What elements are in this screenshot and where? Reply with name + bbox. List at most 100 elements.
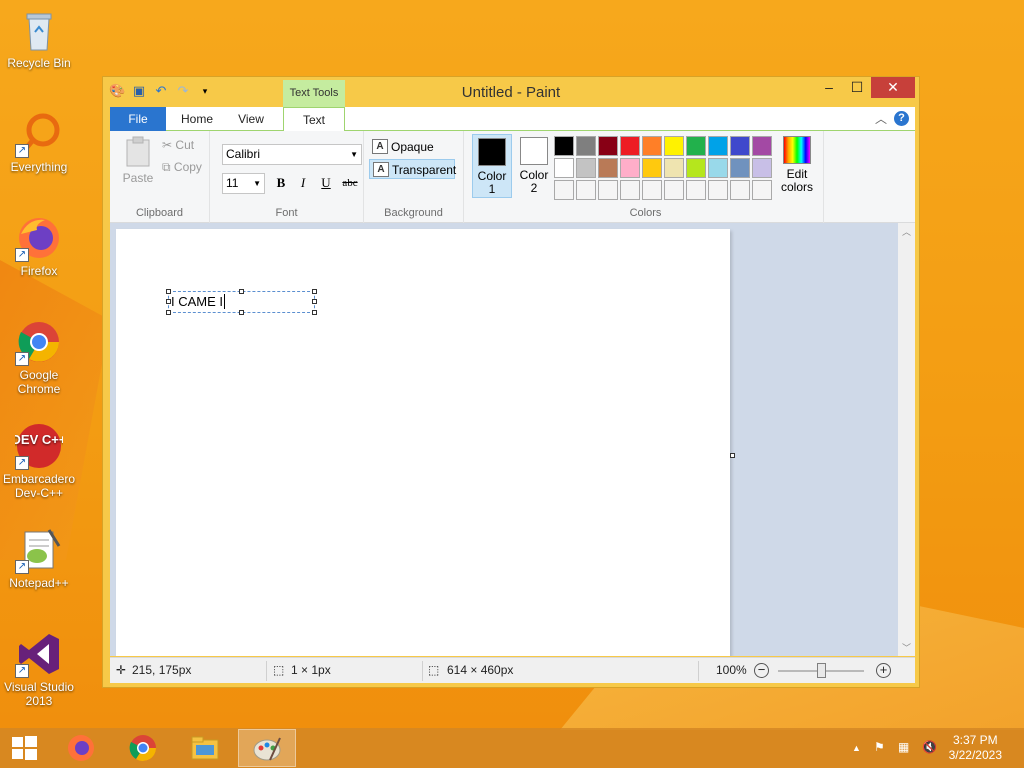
color1-button[interactable]: Color 1 — [472, 134, 512, 198]
resize-handle[interactable] — [166, 289, 171, 294]
edit-colors-button[interactable]: Edit colors — [776, 136, 818, 194]
close-button[interactable]: ✕ — [871, 77, 915, 98]
zoom-out-button[interactable]: − — [754, 663, 769, 678]
status-divider — [266, 661, 267, 681]
desktop-icon-notepadpp[interactable]: ↗ Notepad++ — [2, 526, 76, 590]
palette-swatch[interactable] — [642, 180, 662, 200]
palette-swatch[interactable] — [686, 180, 706, 200]
underline-button[interactable]: U — [317, 174, 335, 192]
palette-swatch[interactable] — [730, 180, 750, 200]
palette-swatch[interactable] — [664, 136, 684, 156]
everything-icon: ↗ — [15, 110, 63, 158]
taskbar-clock[interactable]: 3:37 PM 3/22/2023 — [949, 733, 1002, 763]
collapse-ribbon-icon[interactable]: ︿ — [875, 110, 887, 127]
palette-swatch[interactable] — [576, 136, 596, 156]
taskbar-paint[interactable] — [238, 729, 296, 767]
volume-muted-icon[interactable]: 🔇 — [922, 740, 937, 754]
tab-home[interactable]: Home — [172, 107, 222, 131]
show-hidden-icons[interactable]: ▲ — [852, 743, 861, 753]
opaque-icon: A — [372, 139, 388, 154]
palette-swatch[interactable] — [708, 136, 728, 156]
drawing-canvas[interactable]: I CAME I — [116, 229, 730, 656]
zoom-slider-thumb[interactable] — [817, 663, 826, 678]
maximize-button[interactable]: ☐ — [843, 77, 871, 98]
clock-date: 3/22/2023 — [948, 748, 1002, 762]
palette-swatch[interactable] — [576, 180, 596, 200]
desktop-icon-devcpp[interactable]: DEV C++ ↗ Embarcadero Dev-C++ — [2, 422, 76, 500]
palette-swatch[interactable] — [554, 180, 574, 200]
palette-swatch[interactable] — [554, 158, 574, 178]
palette-swatch[interactable] — [598, 136, 618, 156]
scroll-up-icon[interactable]: ︿ — [898, 225, 915, 238]
transparent-icon: A — [373, 162, 389, 177]
palette-swatch[interactable] — [642, 158, 662, 178]
desktop-icon-label: Recycle Bin — [7, 56, 71, 70]
palette-swatch[interactable] — [598, 158, 618, 178]
italic-button[interactable]: I — [294, 174, 312, 192]
resize-handle[interactable] — [239, 289, 244, 294]
desktop-icon-firefox[interactable]: ↗ Firefox — [2, 214, 76, 278]
palette-swatch[interactable] — [752, 136, 772, 156]
palette-swatch[interactable] — [708, 180, 728, 200]
palette-swatch[interactable] — [620, 158, 640, 178]
tab-view[interactable]: View — [228, 107, 274, 131]
action-center-flag-icon[interactable]: ⚑ — [874, 740, 885, 754]
cut-button[interactable]: ✂ Cut — [162, 138, 194, 152]
font-family-value: Calibri — [226, 147, 261, 161]
canvas-resize-handle[interactable] — [730, 453, 735, 458]
notepadpp-icon: ↗ — [15, 526, 63, 574]
palette-swatch[interactable] — [752, 158, 772, 178]
palette-swatch[interactable] — [554, 136, 574, 156]
font-size-select[interactable]: 11 ▼ — [222, 173, 265, 194]
transparent-option[interactable]: A Transparent — [369, 159, 456, 179]
font-family-select[interactable]: Calibri ▼ — [222, 144, 362, 165]
palette-swatch[interactable] — [686, 158, 706, 178]
desktop-icon-visual-studio[interactable]: ↗ Visual Studio 2013 — [2, 630, 76, 708]
palette-swatch[interactable] — [730, 136, 750, 156]
paint-window: 🎨 ▣ ↶ ↷ ▾ Text Tools Untitled - Paint – … — [102, 76, 920, 688]
palette-swatch[interactable] — [642, 136, 662, 156]
start-button[interactable] — [0, 729, 48, 767]
desktop-icon-recycle-bin[interactable]: Recycle Bin — [2, 6, 76, 70]
help-icon[interactable]: ? — [894, 111, 909, 126]
palette-swatch[interactable] — [708, 158, 728, 178]
palette-swatch[interactable] — [730, 158, 750, 178]
paste-button[interactable]: Paste — [120, 136, 156, 185]
resize-handle[interactable] — [166, 310, 171, 315]
palette-swatch[interactable] — [598, 180, 618, 200]
resize-handle[interactable] — [239, 310, 244, 315]
palette-swatch[interactable] — [620, 180, 640, 200]
tab-text[interactable]: Text — [283, 107, 345, 132]
vertical-scrollbar[interactable]: ︿ ﹀ — [898, 223, 915, 656]
text-box[interactable]: I CAME I — [166, 289, 317, 315]
zoom-in-button[interactable]: + — [876, 663, 891, 678]
taskbar-firefox[interactable] — [52, 729, 110, 767]
taskbar-file-explorer[interactable] — [176, 729, 234, 767]
selection-size: 1 × 1px — [291, 663, 331, 677]
taskbar-chrome[interactable] — [114, 729, 172, 767]
color2-button[interactable]: Color 2 — [514, 134, 554, 198]
resize-handle[interactable] — [312, 299, 317, 304]
resize-handle[interactable] — [312, 310, 317, 315]
palette-swatch[interactable] — [752, 180, 772, 200]
palette-swatch[interactable] — [686, 136, 706, 156]
palette-swatch[interactable] — [664, 158, 684, 178]
scroll-down-icon[interactable]: ﹀ — [898, 641, 915, 654]
palette-swatch[interactable] — [620, 136, 640, 156]
opaque-option[interactable]: A Opaque — [369, 137, 455, 157]
devcpp-icon: DEV C++ ↗ — [12, 422, 67, 470]
strikethrough-button[interactable]: abc — [339, 174, 361, 192]
network-icon[interactable]: ▦ — [898, 740, 909, 754]
desktop-icon-everything[interactable]: ↗ Everything — [2, 110, 76, 174]
bold-button[interactable]: B — [272, 174, 290, 192]
resize-handle[interactable] — [166, 299, 171, 304]
palette-swatch[interactable] — [576, 158, 596, 178]
title-bar[interactable]: 🎨 ▣ ↶ ↷ ▾ Text Tools Untitled - Paint – … — [103, 77, 919, 107]
minimize-button[interactable]: – — [815, 77, 843, 98]
copy-button[interactable]: ⧉ Copy — [162, 160, 202, 175]
desktop-icon-chrome[interactable]: ↗ Google Chrome — [2, 318, 76, 396]
tab-file[interactable]: File — [110, 107, 166, 131]
copy-icon: ⧉ — [162, 160, 171, 174]
palette-swatch[interactable] — [664, 180, 684, 200]
resize-handle[interactable] — [312, 289, 317, 294]
